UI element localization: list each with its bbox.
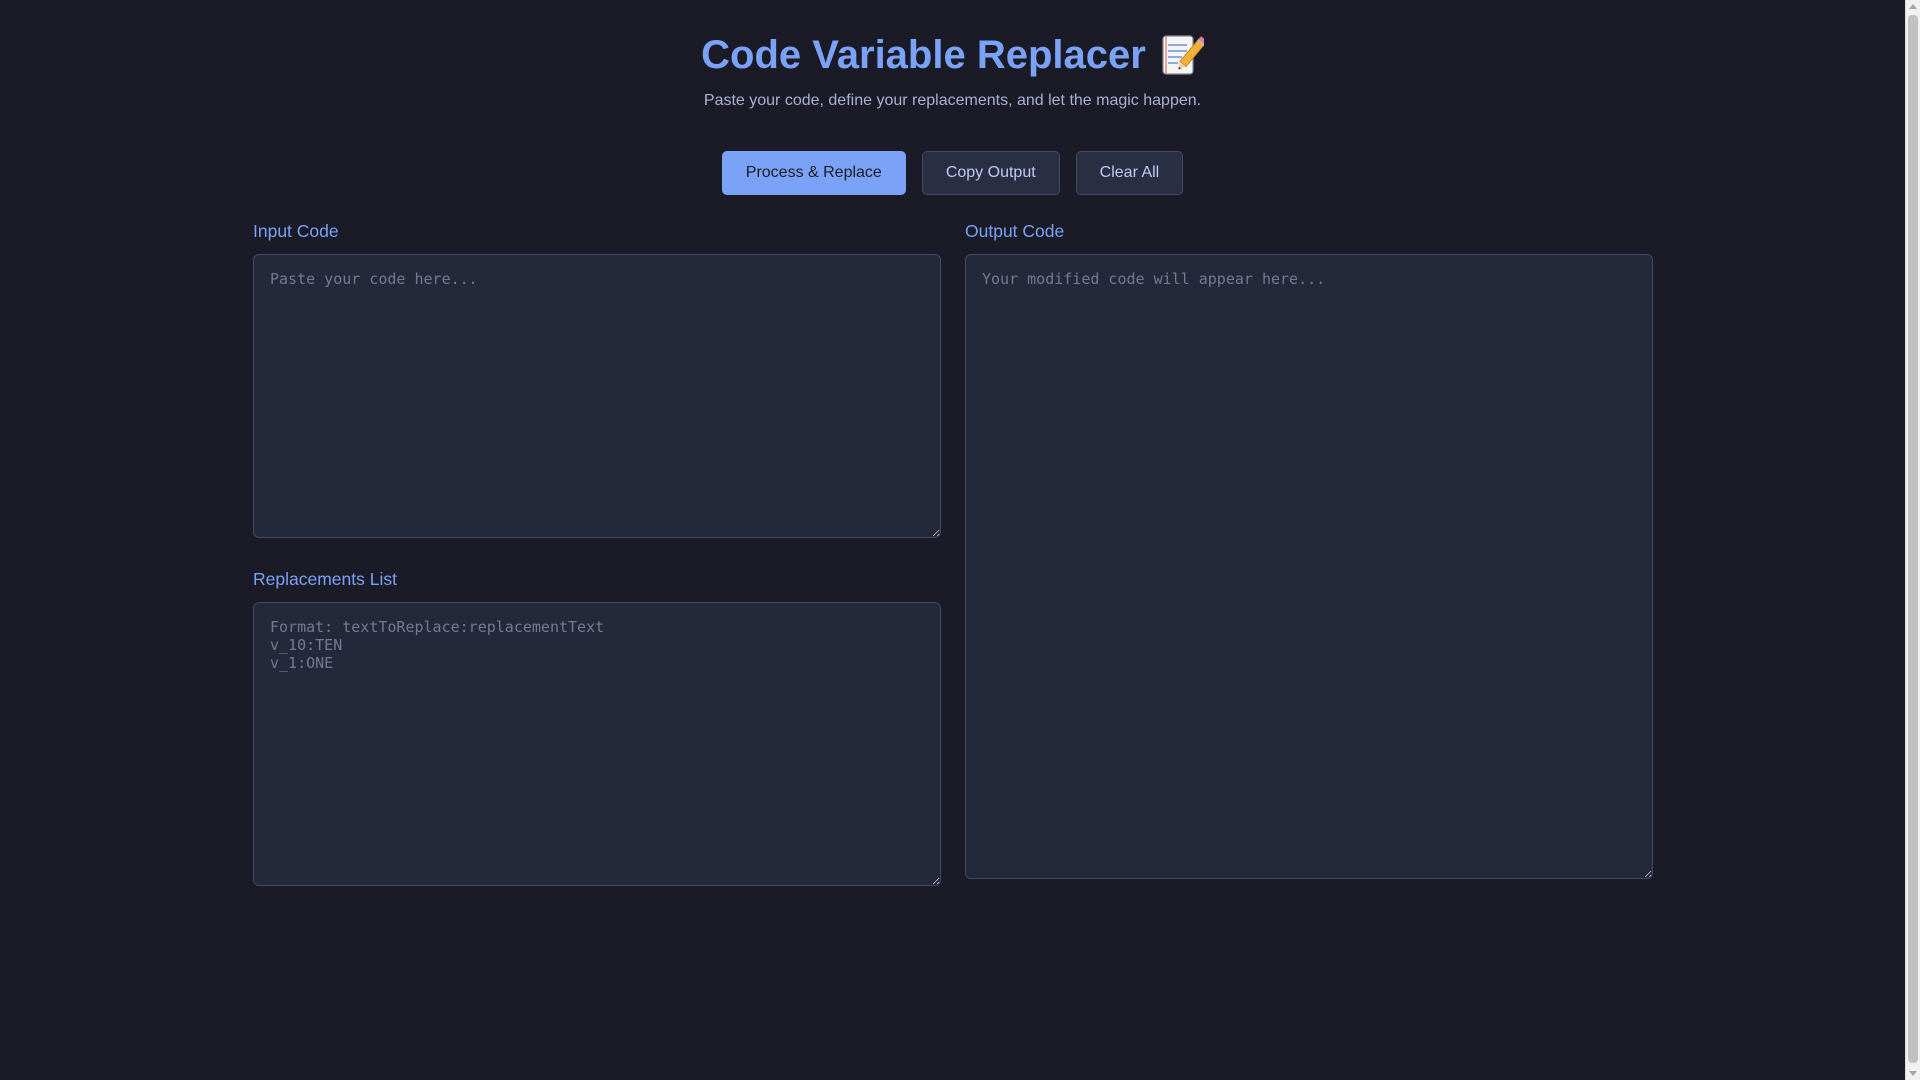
page-title-text: Code Variable Replacer	[701, 33, 1146, 77]
left-column: Input Code Replacements List	[253, 220, 941, 886]
output-code-textarea[interactable]	[965, 254, 1653, 879]
panel-spacer	[253, 538, 941, 568]
page-header: Code Variable Replacer Paste your code, …	[0, 0, 1905, 110]
process-replace-button[interactable]: Process & Replace	[721, 151, 906, 195]
replacements-list-textarea[interactable]	[253, 602, 941, 886]
page-title: Code Variable Replacer	[701, 28, 1204, 82]
page-subtitle: Paste your code, define your replacement…	[703, 92, 1202, 109]
copy-output-button[interactable]: Copy Output	[921, 151, 1060, 195]
replacements-list-label: Replacements List	[253, 569, 397, 589]
scrollbar-thumb[interactable]	[1908, 15, 1918, 1063]
output-code-label: Output Code	[965, 221, 1065, 241]
page-scrollbar[interactable]	[1905, 0, 1920, 1080]
action-toolbar: Process & Replace Copy Output Clear All	[0, 151, 1905, 195]
app-page: Code Variable Replacer Paste your code, …	[0, 0, 1905, 1080]
memo-pencil-icon	[1162, 35, 1204, 75]
scroll-up-arrow-icon[interactable]	[1909, 4, 1917, 9]
scroll-down-arrow-icon[interactable]	[1909, 1071, 1917, 1076]
input-code-label: Input Code	[253, 221, 339, 241]
editor-workspace: Input Code Replacements List Output Code	[253, 220, 1653, 886]
right-column: Output Code	[965, 220, 1653, 886]
input-code-textarea[interactable]	[253, 254, 941, 538]
clear-all-button[interactable]: Clear All	[1075, 151, 1184, 195]
